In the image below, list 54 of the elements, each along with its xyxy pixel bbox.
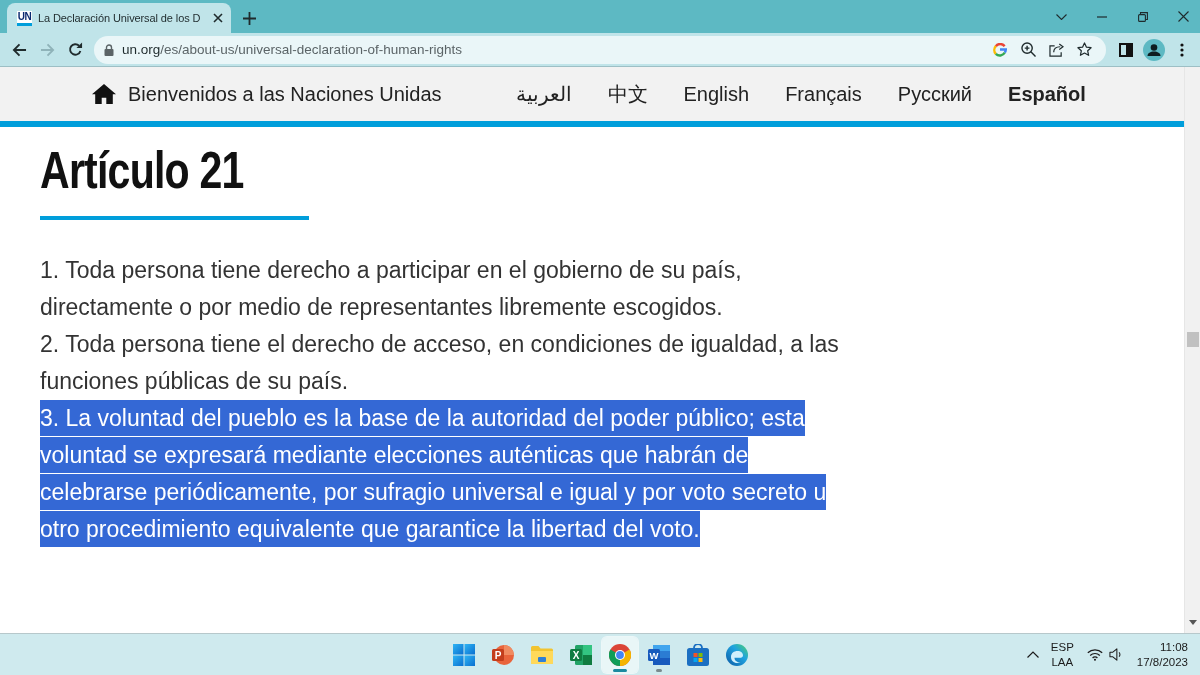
language-link[interactable]: العربية <box>515 82 572 106</box>
input-language-indicator[interactable]: ESP LAA <box>1050 639 1074 670</box>
clock-date: 17/8/2023 <box>1136 654 1188 670</box>
speaker-icon[interactable] <box>1108 648 1123 661</box>
language-link[interactable]: English <box>683 82 750 106</box>
restore-icon <box>1137 11 1148 22</box>
side-panel-icon <box>1119 42 1133 57</box>
article-heading: Artículo 21 <box>40 142 244 198</box>
presentation-app-icon: P <box>491 643 514 666</box>
star-icon <box>1076 42 1092 57</box>
forward-arrow-icon <box>39 42 55 57</box>
share-icon <box>1048 42 1064 57</box>
close-icon <box>1178 11 1189 22</box>
scrollbar-thumb[interactable] <box>1187 332 1199 347</box>
more-menu-icon <box>1180 42 1184 57</box>
site-logo: UN <box>17 10 32 26</box>
back-arrow-icon <box>11 42 27 57</box>
language-link[interactable]: 中文 <box>607 80 648 108</box>
language-link[interactable]: Español <box>1008 82 1086 106</box>
taskbar-app-button[interactable]: P <box>484 636 521 673</box>
taskbar-app-button[interactable] <box>601 636 638 673</box>
g-logo-icon <box>993 42 1007 57</box>
zoom-in-icon <box>1020 42 1036 57</box>
browser-tab[interactable]: UN La Declaración Universal de los D <box>7 3 231 33</box>
folder-icon <box>530 645 553 664</box>
start-icon <box>452 643 475 666</box>
tab-title: La Declaración Universal de los D <box>38 12 202 24</box>
language-link[interactable]: Français <box>785 82 862 106</box>
chevron-up-icon <box>1026 651 1039 658</box>
profile-avatar-icon <box>1143 38 1165 61</box>
taskbar-app-button[interactable]: X <box>562 636 599 673</box>
address-bar[interactable]: un.org/es/about-us/universal-declaration-of-human-rights <box>94 35 1106 64</box>
reload-icon <box>67 42 83 57</box>
article-paragraph: 2. Toda persona tiene el derecho de acceso, en condiciones de igualdad, a las funciones públicas de su país. <box>40 330 840 396</box>
taskbar-app-button[interactable]: W <box>640 636 677 673</box>
lock-icon <box>104 43 114 56</box>
chevron-down-icon <box>1055 13 1067 20</box>
wifi-icon[interactable] <box>1086 648 1103 661</box>
url-text: un.org/es/about-us/universal-declaration-of-human-rights <box>122 42 462 57</box>
browser-app-icon <box>608 643 631 666</box>
home-icon <box>92 84 116 104</box>
scroll-down-icon[interactable] <box>1189 620 1197 625</box>
wave-browser-icon <box>725 643 748 666</box>
article-paragraph: 1. Toda persona tiene derecho a participar en el gobierno de su país, directamente o por medio de representantes libremente escogidos. <box>40 256 743 322</box>
clock[interactable]: 11:08 17/8/2023 <box>1136 639 1188 670</box>
plus-icon <box>242 11 256 25</box>
scrollbar[interactable] <box>1184 67 1200 633</box>
store-bag-icon <box>686 643 709 666</box>
close-tab-icon[interactable] <box>213 13 223 23</box>
minimize-icon <box>1096 15 1107 18</box>
keyboard-layout-code: LAA <box>1051 654 1074 670</box>
clock-time: 11:08 <box>1160 639 1188 655</box>
language-code: ESP <box>1050 639 1074 655</box>
language-link[interactable]: Русский <box>897 82 973 106</box>
